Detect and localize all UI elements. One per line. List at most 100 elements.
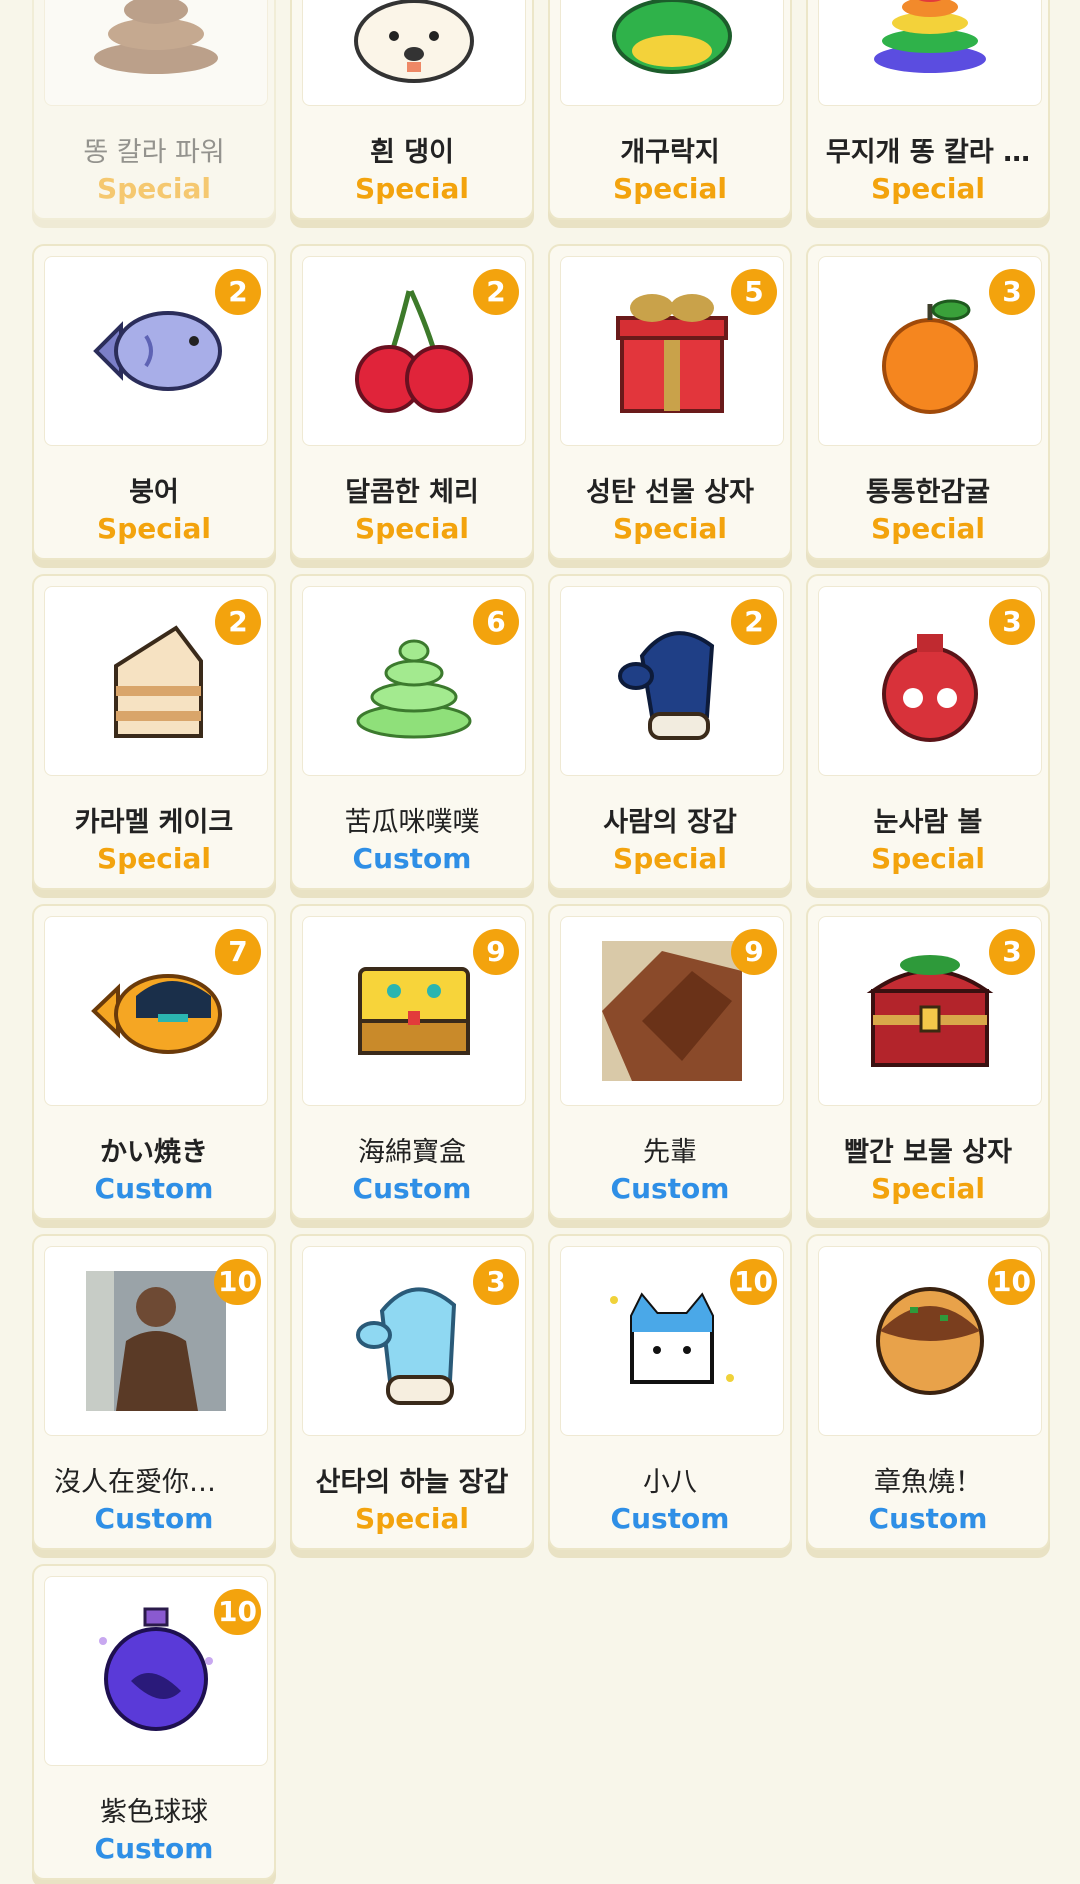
- snowman-ornament-icon: [882, 634, 978, 742]
- item-thumbnail: 2: [302, 256, 526, 446]
- item-type: Special: [355, 1502, 469, 1535]
- anime-taiyaki-icon: [91, 974, 222, 1054]
- item-name: 산타의 하늘 장갑: [315, 1467, 509, 1498]
- quantity-badge: 3: [989, 929, 1035, 975]
- item-card[interactable]: 2 달콤한 체리 Special: [290, 244, 534, 560]
- item-name: 사람의 장갑: [603, 807, 737, 838]
- item-card[interactable]: 3 산타의 하늘 장갑 Special: [290, 1234, 534, 1550]
- item-type: Custom: [94, 1502, 214, 1535]
- photo-senpai-icon: [602, 941, 742, 1081]
- item-card[interactable]: 9 海綿寶盒 Custom: [290, 904, 534, 1220]
- item-card[interactable]: 5 성탄 선물 상자 Special: [548, 244, 792, 560]
- item-thumbnail: 5: [560, 256, 784, 446]
- item-thumbnail: 7: [44, 916, 268, 1106]
- item-thumbnail: 10: [44, 1246, 268, 1436]
- item-name: 통통한감귤: [865, 477, 991, 508]
- item-type: Special: [871, 1172, 985, 1205]
- item-type: Special: [613, 842, 727, 875]
- item-card[interactable]: 3 통통한감귤 Special: [806, 244, 1050, 560]
- quantity-badge: 9: [731, 929, 777, 975]
- item-card[interactable]: 9 先輩 Custom: [548, 904, 792, 1220]
- quantity-badge: 2: [215, 269, 261, 315]
- rainbow-poop-icon: [874, 0, 986, 73]
- item-thumbnail: 2: [44, 586, 268, 776]
- quantity-badge: 10: [214, 1259, 261, 1305]
- item-card[interactable]: 10 小八 Custom: [548, 1234, 792, 1550]
- item-thumbnail: 2: [44, 256, 268, 446]
- item-name: 紫色球球: [100, 1797, 208, 1828]
- item-thumbnail: [302, 0, 526, 106]
- item-name: 성탄 선물 상자: [586, 477, 754, 508]
- item-type: Custom: [94, 1172, 214, 1205]
- item-name: 달콤한 체리: [345, 477, 479, 508]
- quantity-badge: 7: [215, 929, 261, 975]
- item-name: 沒人在愛你…: [54, 1467, 216, 1498]
- item-card[interactable]: 개구락지 Special: [548, 0, 792, 220]
- navy-mitten-icon: [618, 631, 715, 740]
- item-thumbnail: 9: [560, 916, 784, 1106]
- item-name: 눈사람 볼: [873, 807, 983, 838]
- item-thumbnail: [560, 0, 784, 106]
- cat-face-icon: [610, 1292, 734, 1384]
- item-type: Custom: [610, 1172, 730, 1205]
- item-thumbnail: 6: [302, 586, 526, 776]
- item-thumbnail: 3: [818, 586, 1042, 776]
- quantity-badge: 9: [473, 929, 519, 975]
- quantity-badge: 6: [473, 599, 519, 645]
- item-thumbnail: 10: [818, 1246, 1042, 1436]
- item-name: 빨간 보물 상자: [844, 1137, 1012, 1168]
- cake-icon: [114, 625, 203, 738]
- item-thumbnail: 9: [302, 916, 526, 1106]
- item-type: Special: [871, 842, 985, 875]
- item-name: 先輩: [643, 1137, 697, 1168]
- quantity-badge: 2: [473, 269, 519, 315]
- item-card[interactable]: 6 苦瓜咪噗噗 Custom: [290, 574, 534, 890]
- tangerine-icon: [882, 299, 978, 414]
- quantity-badge: 3: [473, 1259, 519, 1305]
- item-type: Custom: [352, 842, 472, 875]
- item-card[interactable]: 2 사람의 장갑 Special: [548, 574, 792, 890]
- item-name: 무지개 똥 칼라 …: [825, 137, 1031, 168]
- item-name: 개구락지: [620, 137, 720, 168]
- sky-mitten-icon: [356, 1287, 457, 1405]
- item-name: 똥 칼라 파워: [83, 137, 225, 168]
- item-card[interactable]: 7 かい焼き Custom: [32, 904, 276, 1220]
- quantity-badge: 10: [214, 1589, 261, 1635]
- item-thumbnail: 10: [44, 1576, 268, 1766]
- item-thumbnail: 3: [302, 1246, 526, 1436]
- item-type: Special: [355, 172, 469, 205]
- item-card[interactable]: 3 눈사람 볼 Special: [806, 574, 1050, 890]
- item-type: Custom: [352, 1172, 472, 1205]
- item-card[interactable]: 똥 칼라 파워 Special: [32, 0, 276, 220]
- item-card[interactable]: 3 빨간 보물 상자 Special: [806, 904, 1050, 1220]
- green-swirl-icon: [356, 639, 472, 739]
- item-type: Custom: [94, 1832, 214, 1865]
- item-type: Special: [613, 172, 727, 205]
- item-type: Special: [613, 512, 727, 545]
- item-type: Special: [97, 842, 211, 875]
- quantity-badge: 3: [989, 269, 1035, 315]
- item-name: 苦瓜咪噗噗: [344, 807, 480, 838]
- item-name: かい焼き: [100, 1137, 208, 1168]
- item-card[interactable]: 2 카라멜 케이크 Special: [32, 574, 276, 890]
- item-card[interactable]: 2 붕어 Special: [32, 244, 276, 560]
- photo-person-icon: [86, 1271, 226, 1411]
- purple-ornament-icon: [99, 1607, 213, 1731]
- takoyaki-icon: [876, 1287, 984, 1395]
- item-grid: 똥 칼라 파워 Special 흰 댕이 Special 개구락지 Specia…: [0, 0, 1080, 1884]
- item-type: Special: [871, 172, 985, 205]
- item-thumbnail: 10: [560, 1246, 784, 1436]
- frog-icon: [612, 0, 732, 74]
- white-dog-icon: [354, 0, 474, 83]
- item-card[interactable]: 10 紫色球球 Custom: [32, 1564, 276, 1880]
- item-thumbnail: [44, 0, 268, 106]
- quantity-badge: 3: [989, 599, 1035, 645]
- item-type: Special: [97, 512, 211, 545]
- item-type: Special: [97, 172, 211, 205]
- item-card[interactable]: 흰 댕이 Special: [290, 0, 534, 220]
- item-card[interactable]: 10 沒人在愛你… Custom: [32, 1234, 276, 1550]
- brown-poop-icon: [94, 0, 218, 74]
- item-card[interactable]: 10 章魚燒！ Custom: [806, 1234, 1050, 1550]
- item-thumbnail: [818, 0, 1042, 106]
- item-card[interactable]: 무지개 똥 칼라 … Special: [806, 0, 1050, 220]
